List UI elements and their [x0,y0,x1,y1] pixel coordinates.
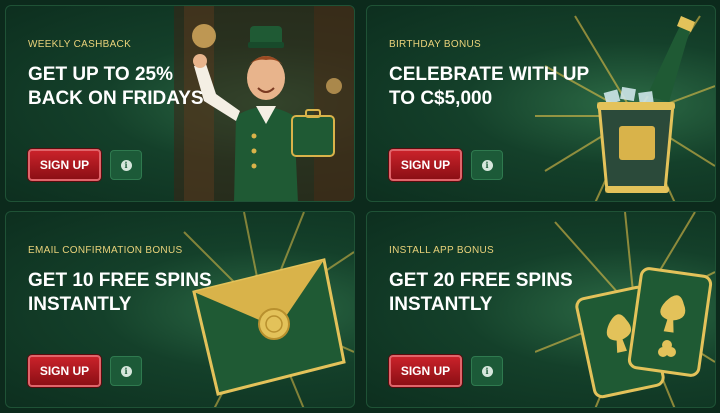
promo-eyebrow: INSTALL APP BONUS [389,245,494,256]
promo-headline: GET 10 FREE SPINS INSTANTLY [28,270,212,315]
promo-card-birthday-bonus: BIRTHDAY BONUS CELEBRATE WITH UP TO C$5,… [366,5,716,202]
info-button[interactable]: i [110,150,142,180]
promo-eyebrow: EMAIL CONFIRMATION BONUS [28,245,183,256]
promo-headline: CELEBRATE WITH UP TO C$5,000 [389,64,589,109]
info-button[interactable]: i [471,356,503,386]
promo-card-weekly-cashback: WEEKLY CASHBACK GET UP TO 25% BACK ON FR… [5,5,355,202]
info-icon: i [120,159,132,171]
sign-up-button[interactable]: SIGN UP [28,149,101,181]
promotions-grid: WEEKLY CASHBACK GET UP TO 25% BACK ON FR… [0,0,720,413]
info-button[interactable]: i [471,150,503,180]
promo-headline: GET UP TO 25% BACK ON FRIDAYS [28,64,204,109]
promo-card-email-confirmation: EMAIL CONFIRMATION BONUS GET 10 FREE SPI… [5,211,355,408]
info-button[interactable]: i [110,356,142,386]
sign-up-button[interactable]: SIGN UP [389,355,462,387]
promo-card-install-app: INSTALL APP BONUS GET 20 FREE SPINS INST… [366,211,716,408]
sign-up-button[interactable]: SIGN UP [28,355,101,387]
promo-headline: GET 20 FREE SPINS INSTANTLY [389,270,573,315]
sign-up-button[interactable]: SIGN UP [389,149,462,181]
info-icon: i [120,365,132,377]
promo-eyebrow: BIRTHDAY BONUS [389,39,481,50]
info-icon: i [481,365,493,377]
info-icon: i [481,159,493,171]
promo-eyebrow: WEEKLY CASHBACK [28,39,132,50]
